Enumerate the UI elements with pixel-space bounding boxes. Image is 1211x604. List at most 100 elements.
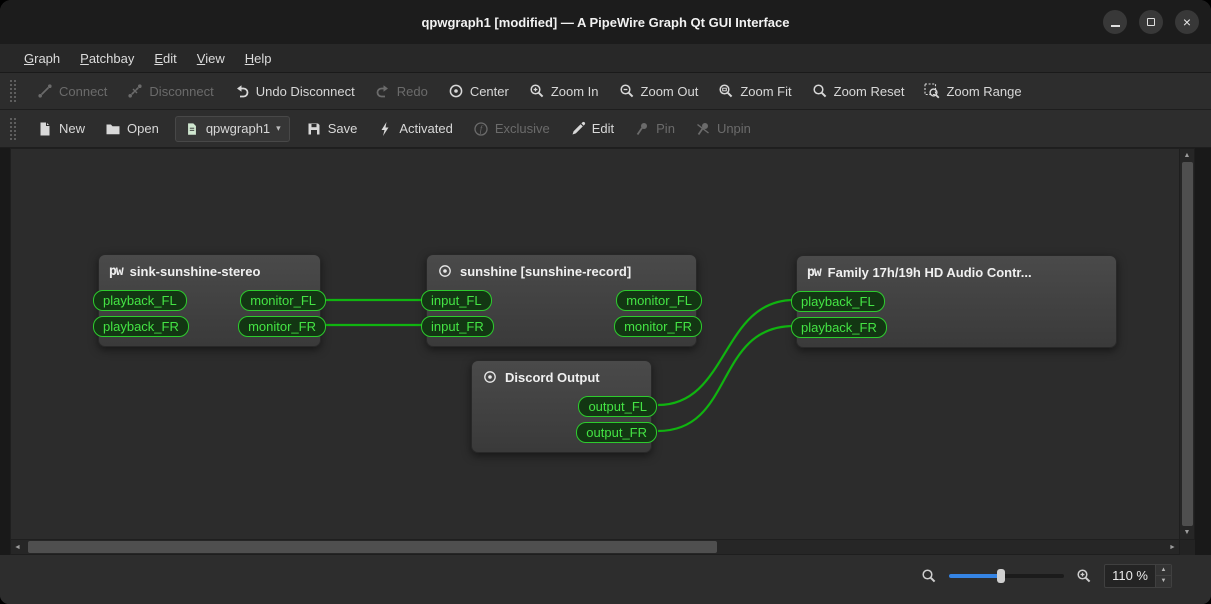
port-list: output_FL output_FR: [472, 391, 657, 452]
chevron-down-icon: ▾: [276, 123, 281, 133]
undo-icon: [234, 83, 250, 99]
connect-label: Connect: [59, 83, 108, 99]
pipewire-icon: pw: [807, 264, 822, 280]
menu-graph[interactable]: Graph: [14, 46, 70, 71]
node-header[interactable]: pw sink-sunshine-stereo: [99, 255, 320, 285]
spin-down-button[interactable]: ▼: [1156, 576, 1171, 587]
scrollbar-corner: [1180, 540, 1195, 555]
close-icon: ×: [1182, 14, 1192, 30]
undo-disconnect-button[interactable]: Undo Disconnect: [225, 78, 364, 104]
zoom-reset-label: Zoom Reset: [833, 83, 905, 99]
port-monitor-fl[interactable]: monitor_FL: [240, 289, 326, 311]
open-button[interactable]: Open: [96, 116, 168, 142]
zoom-out-label: Zoom Out: [640, 83, 699, 99]
toolbar-drag-handle[interactable]: [10, 117, 18, 140]
horizontal-scrollbar-thumb[interactable]: [28, 541, 718, 553]
zoom-out-icon: [619, 83, 635, 99]
spin-up-button[interactable]: ▲: [1156, 564, 1171, 576]
port-output-fl[interactable]: output_FL: [578, 395, 657, 417]
pin-label: Pin: [656, 121, 675, 136]
vertical-scrollbar-thumb[interactable]: [1181, 162, 1193, 526]
zoom-in-status-icon[interactable]: [1075, 567, 1093, 585]
port-monitor-fl[interactable]: monitor_FL: [616, 289, 702, 311]
node-sink-sunshine-stereo[interactable]: pw sink-sunshine-stereo playback_FL moni…: [93, 254, 326, 347]
port-input-fr[interactable]: input_FR: [421, 315, 494, 337]
minimize-button[interactable]: [1103, 10, 1127, 34]
port-playback-fr[interactable]: playback_FR: [93, 315, 189, 337]
titlebar[interactable]: qpwgraph1 [modified] — A PipeWire Graph …: [0, 0, 1211, 44]
save-icon: [306, 121, 322, 137]
save-button[interactable]: Save: [297, 116, 367, 142]
unpin-label: Unpin: [716, 121, 751, 136]
redo-button[interactable]: Redo: [366, 78, 437, 104]
port-monitor-fr[interactable]: monitor_FR: [238, 315, 326, 337]
app-window: qpwgraph1 [modified] — A PipeWire Graph …: [0, 0, 1211, 604]
port-playback-fr[interactable]: playback_FR: [791, 316, 887, 338]
zoom-reset-button[interactable]: Zoom Reset: [803, 78, 914, 104]
zoom-value[interactable]: 110 %: [1105, 565, 1155, 587]
zoom-in-icon: [529, 83, 545, 99]
node-header[interactable]: sunshine [sunshine-record]: [427, 255, 696, 285]
port-row: output_FR: [466, 420, 657, 444]
menu-patchbay[interactable]: Patchbay: [70, 46, 144, 71]
unpin-icon: [695, 121, 711, 137]
zoom-range-button[interactable]: Zoom Range: [915, 78, 1030, 104]
toolbar-drag-handle[interactable]: [10, 80, 18, 102]
zoom-fit-button[interactable]: Zoom Fit: [709, 78, 800, 104]
exclusive-label: Exclusive: [494, 121, 550, 136]
zoom-spinbox[interactable]: 110 % ▲ ▼: [1104, 563, 1172, 588]
new-button[interactable]: New: [28, 116, 94, 142]
close-button[interactable]: ×: [1175, 10, 1199, 34]
port-output-fr[interactable]: output_FR: [576, 421, 657, 443]
open-label: Open: [127, 121, 159, 136]
menu-view[interactable]: View: [187, 46, 235, 71]
unpin-button[interactable]: Unpin: [686, 116, 760, 142]
zoom-out-button[interactable]: Zoom Out: [610, 78, 708, 104]
zoom-slider-fill: [949, 573, 1001, 578]
graph-canvas[interactable]: pw sink-sunshine-stereo playback_FL moni…: [10, 148, 1180, 540]
vertical-scrollbar[interactable]: ▲ ▼: [1180, 148, 1195, 540]
scroll-left-icon[interactable]: ◄: [11, 541, 24, 554]
node-sunshine-record[interactable]: sunshine [sunshine-record] input_FL moni…: [421, 254, 702, 347]
scroll-up-icon[interactable]: ▲: [1181, 149, 1194, 162]
pin-button[interactable]: Pin: [625, 116, 684, 142]
port-row: playback_FR monitor_FR: [93, 314, 326, 338]
port-list: input_FL monitor_FL input_FR monitor_FR: [421, 285, 702, 346]
zoom-slider[interactable]: [949, 568, 1065, 583]
node-family-hd-audio[interactable]: pw Family 17h/19h HD Audio Contr... play…: [791, 255, 1117, 348]
node-header[interactable]: pw Family 17h/19h HD Audio Contr...: [797, 256, 1116, 286]
scroll-right-icon[interactable]: ►: [1166, 541, 1179, 554]
horizontal-scrollbar[interactable]: ◄ ►: [10, 540, 1180, 555]
menu-edit[interactable]: Edit: [144, 46, 186, 71]
zoom-range-label: Zoom Range: [946, 83, 1022, 99]
activated-toggle[interactable]: Activated: [368, 116, 461, 142]
port-row: playback_FL monitor_FL: [93, 288, 326, 312]
center-button[interactable]: Center: [439, 78, 518, 104]
spin-buttons: ▲ ▼: [1155, 564, 1171, 587]
activated-label: Activated: [399, 121, 453, 136]
port-monitor-fr[interactable]: monitor_FR: [614, 315, 702, 337]
patchbay-selector[interactable]: qpwgraph1 ▾: [174, 115, 290, 142]
new-file-icon: [37, 121, 53, 137]
zoom-slider-handle[interactable]: [996, 568, 1005, 583]
disconnect-button[interactable]: Disconnect: [118, 78, 222, 104]
port-playback-fl[interactable]: playback_FL: [93, 289, 187, 311]
node-title: Family 17h/19h HD Audio Contr...: [827, 264, 1032, 280]
exclusive-toggle[interactable]: f Exclusive: [464, 116, 559, 142]
zoom-in-button[interactable]: Zoom In: [520, 78, 608, 104]
connect-button[interactable]: Connect: [28, 78, 116, 104]
connect-icon: [37, 83, 53, 99]
menu-help[interactable]: Help: [235, 46, 282, 71]
statusbar: 110 % ▲ ▼: [0, 555, 1211, 604]
maximize-button[interactable]: [1139, 10, 1163, 34]
port-input-fl[interactable]: input_FL: [421, 289, 492, 311]
edit-button[interactable]: Edit: [561, 116, 623, 142]
node-header[interactable]: Discord Output: [472, 361, 651, 391]
audio-node-icon: [482, 369, 498, 385]
redo-icon: [375, 83, 391, 99]
activated-bolt-icon: [377, 121, 393, 137]
node-discord-output[interactable]: Discord Output output_FL output_FR: [471, 360, 657, 453]
port-playback-fl[interactable]: playback_FL: [791, 290, 885, 312]
scroll-down-icon[interactable]: ▼: [1181, 526, 1194, 539]
save-label: Save: [327, 121, 358, 136]
